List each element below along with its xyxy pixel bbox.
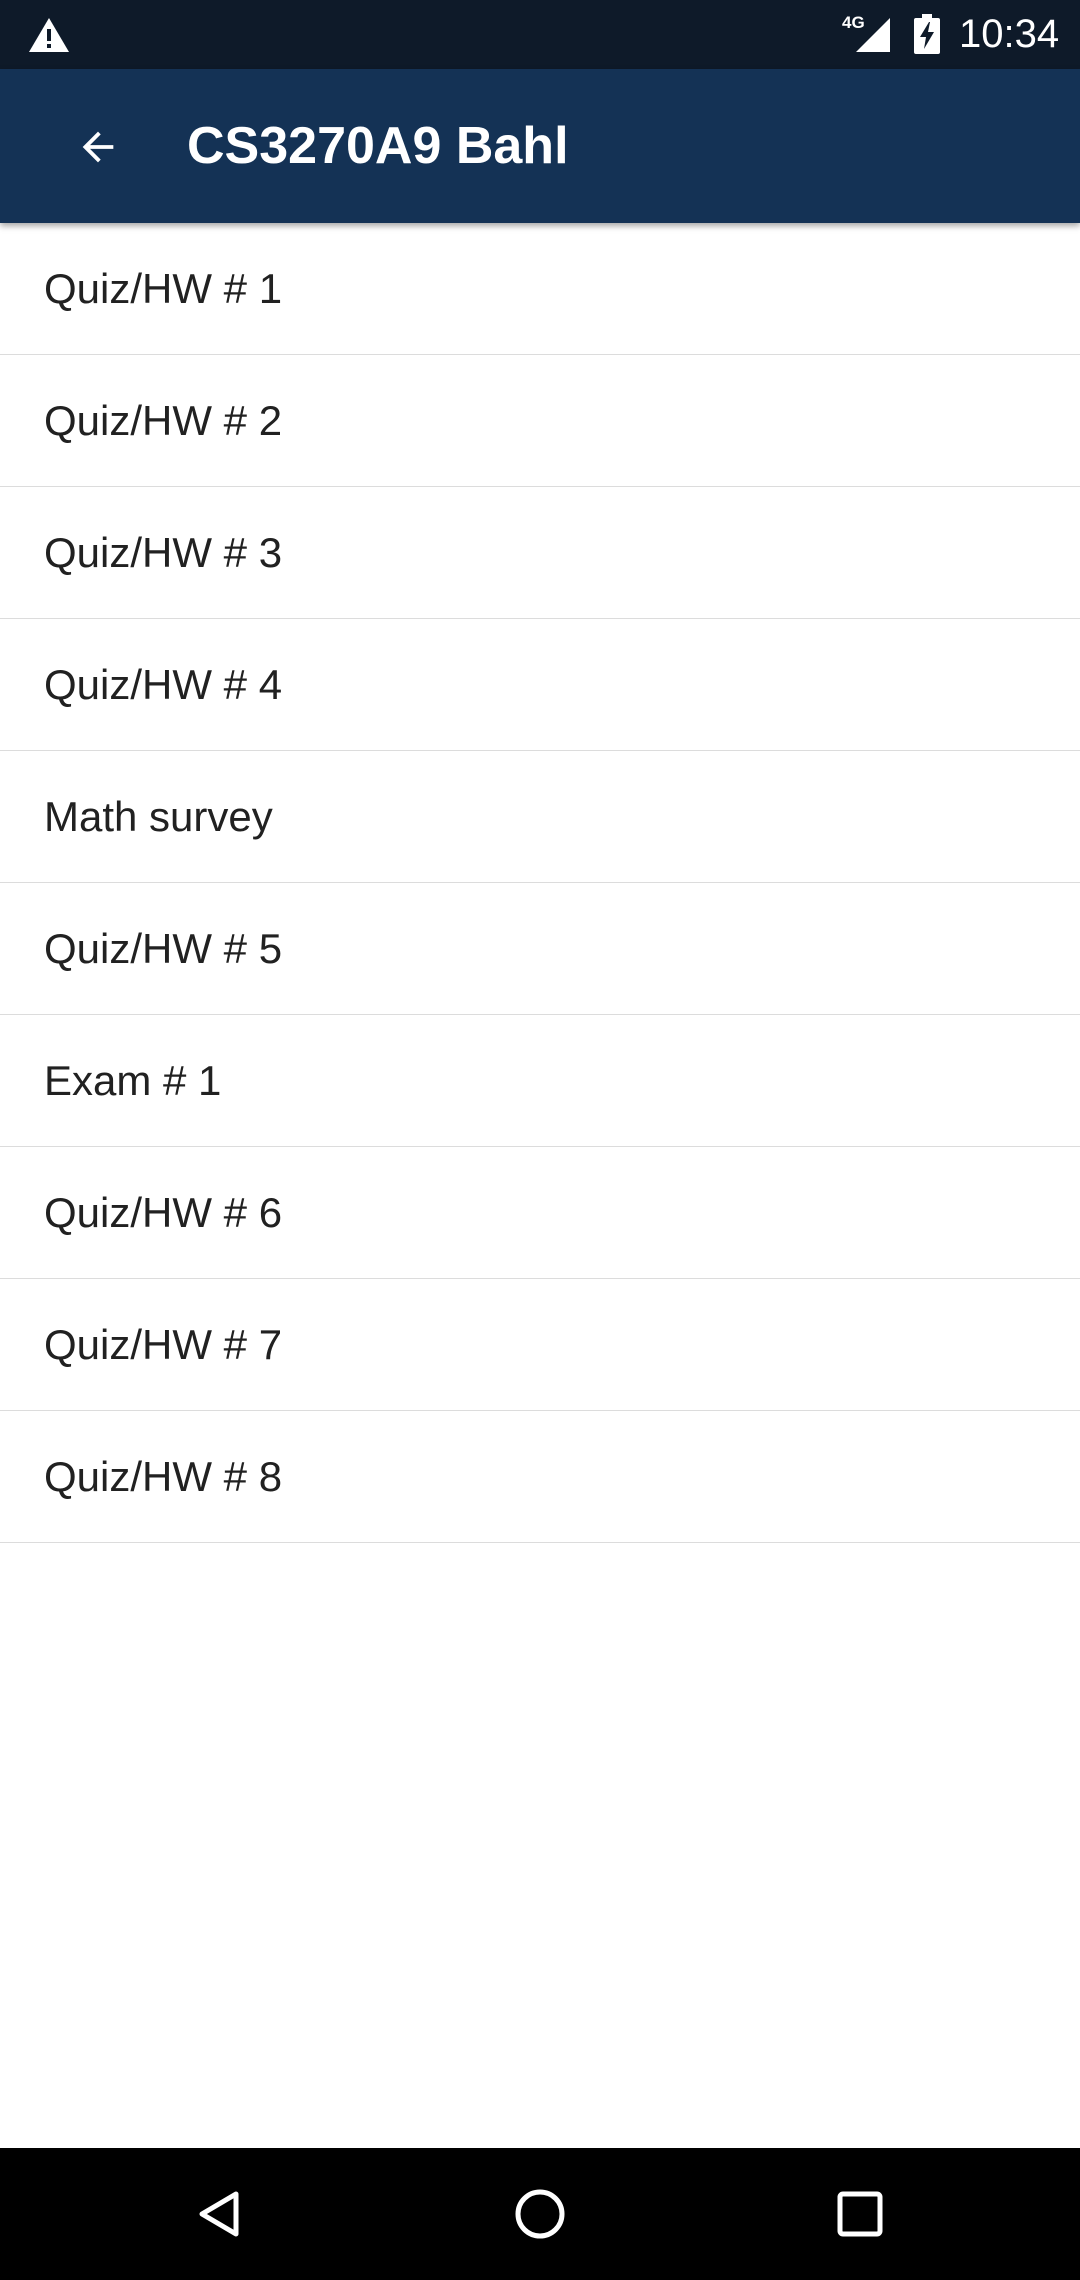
signal-icon bbox=[852, 16, 892, 54]
navigation-bar bbox=[0, 2148, 1080, 2280]
list-item[interactable]: Exam # 1 bbox=[0, 1015, 1080, 1147]
screen: 4G 10:34 CS3270A9 Bahl Quiz/HW # 1 Quiz/… bbox=[0, 0, 1080, 2280]
nav-recents-button[interactable] bbox=[820, 2174, 900, 2254]
arrow-back-icon bbox=[82, 131, 114, 163]
nav-back-icon bbox=[199, 2191, 239, 2237]
list-item[interactable]: Quiz/HW # 3 bbox=[0, 487, 1080, 619]
page-title: CS3270A9 Bahl bbox=[187, 117, 569, 175]
battery-charging-icon bbox=[913, 14, 941, 54]
list-item[interactable]: Quiz/HW # 4 bbox=[0, 619, 1080, 751]
warning-icon bbox=[27, 16, 71, 54]
nav-home-icon bbox=[515, 2189, 565, 2239]
list-item[interactable]: Quiz/HW # 1 bbox=[0, 223, 1080, 355]
nav-home-button[interactable] bbox=[500, 2174, 580, 2254]
list-item[interactable]: Quiz/HW # 8 bbox=[0, 1411, 1080, 1543]
nav-back-button[interactable] bbox=[180, 2174, 260, 2254]
app-bar: CS3270A9 Bahl bbox=[0, 69, 1080, 223]
list-item[interactable]: Quiz/HW # 5 bbox=[0, 883, 1080, 1015]
assignment-list: Quiz/HW # 1 Quiz/HW # 2 Quiz/HW # 3 Quiz… bbox=[0, 223, 1080, 1543]
list-item[interactable]: Quiz/HW # 6 bbox=[0, 1147, 1080, 1279]
status-clock: 10:34 bbox=[959, 12, 1060, 56]
status-bar: 4G 10:34 bbox=[0, 0, 1080, 69]
back-button[interactable] bbox=[60, 109, 136, 185]
list-item[interactable]: Quiz/HW # 2 bbox=[0, 355, 1080, 487]
list-item[interactable]: Math survey bbox=[0, 751, 1080, 883]
list-item[interactable]: Quiz/HW # 7 bbox=[0, 1279, 1080, 1411]
nav-recents-icon bbox=[837, 2191, 883, 2237]
